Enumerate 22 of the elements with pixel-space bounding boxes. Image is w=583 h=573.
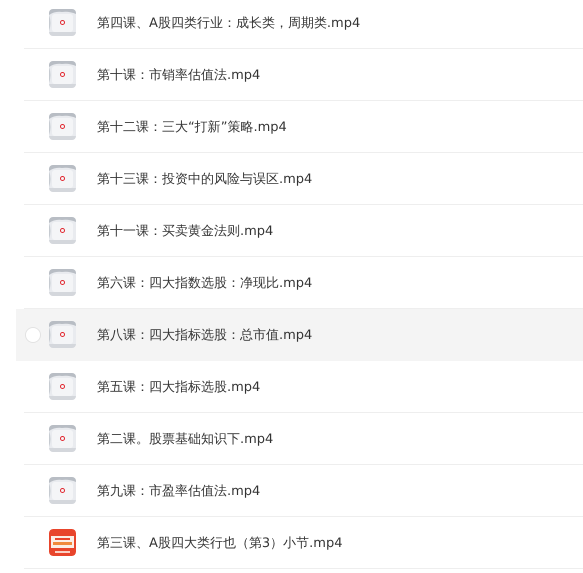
file-row[interactable]: 第三课、A股四大类行也（第3）小节.mp4: [24, 517, 583, 569]
file-row[interactable]: 第五课：四大指标选股.mp4: [24, 361, 583, 413]
file-name: 第十三课：投资中的风险与误区.mp4: [97, 170, 312, 188]
file-row[interactable]: 第十一课：买卖黄金法则.mp4: [24, 205, 583, 257]
file-name: 第三课、A股四大类行也（第3）小节.mp4: [97, 534, 342, 552]
file-name: 第十一课：买卖黄金法则.mp4: [97, 222, 274, 240]
file-row[interactable]: 第四课、A股四类行业：成长类，周期类.mp4: [24, 0, 583, 49]
file-row[interactable]: 第二课。股票基础知识下.mp4: [24, 413, 583, 465]
file-name: 第十课：市销率估值法.mp4: [97, 66, 260, 84]
file-row[interactable]: 第九课：市盈率估值法.mp4: [24, 465, 583, 517]
file-name: 第五课：四大指标选股.mp4: [97, 378, 260, 396]
file-name: 第九课：市盈率估值法.mp4: [97, 482, 260, 500]
file-name: 第八课：四大指标选股：总市值.mp4: [97, 326, 312, 344]
file-name: 第六课：四大指数选股：净现比.mp4: [97, 274, 312, 292]
file-row[interactable]: 第十三课：投资中的风险与误区.mp4: [24, 153, 583, 205]
file-name: 第二课。股票基础知识下.mp4: [97, 430, 274, 448]
file-row[interactable]: 第八课：四大指标选股：总市值.mp4: [16, 309, 583, 361]
file-row[interactable]: 第十二课：三大“打新”策略.mp4: [24, 101, 583, 153]
file-name: 第四课、A股四类行业：成长类，周期类.mp4: [97, 14, 360, 32]
file-row[interactable]: 第十课：市销率估值法.mp4: [24, 49, 583, 101]
file-name: 第十二课：三大“打新”策略.mp4: [97, 118, 287, 136]
select-radio[interactable]: [25, 326, 41, 342]
